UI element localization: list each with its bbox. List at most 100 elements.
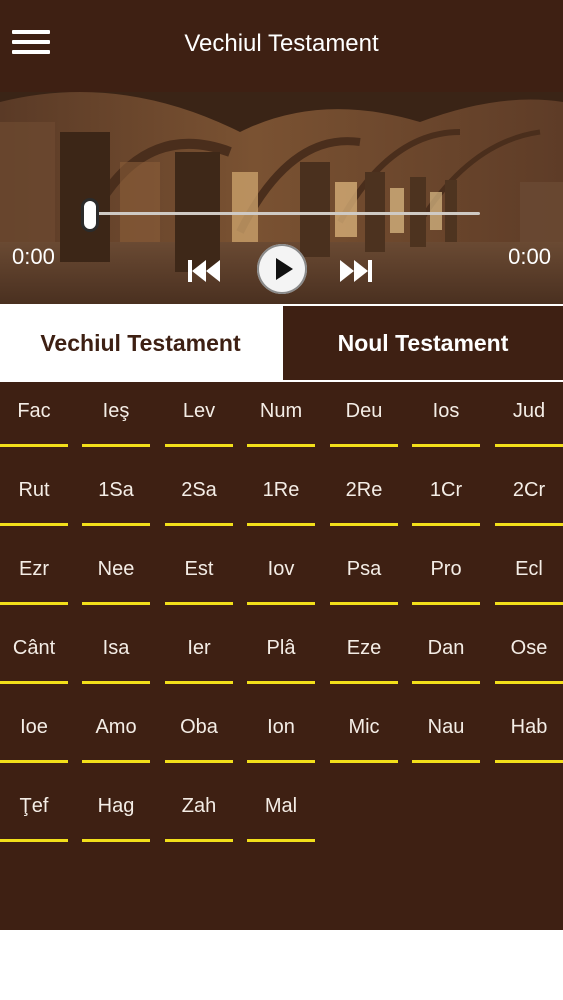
book-label: Ioe — [20, 716, 48, 738]
book-button[interactable]: Plâ — [247, 619, 315, 685]
book-button[interactable]: Rut — [0, 461, 68, 527]
book-label: 2Sa — [181, 479, 217, 501]
book-button[interactable]: Nee — [82, 540, 150, 606]
book-underline — [0, 602, 68, 605]
book-button[interactable]: Oba — [165, 698, 233, 764]
seek-bar-thumb[interactable] — [81, 198, 99, 232]
play-icon[interactable] — [257, 244, 307, 294]
book-label: Mal — [264, 795, 298, 817]
book-underline — [0, 681, 68, 684]
book-button[interactable]: Iov — [247, 540, 315, 606]
book-label: 1Cr — [429, 479, 463, 501]
book-underline — [330, 760, 398, 763]
book-button[interactable]: Dan — [412, 619, 480, 685]
book-underline — [495, 681, 563, 684]
book-underline — [165, 681, 233, 684]
book-button[interactable]: Ier — [165, 619, 233, 685]
book-button[interactable]: 1Cr — [412, 461, 480, 527]
seek-bar-track[interactable] — [92, 212, 480, 215]
book-button[interactable]: Isa — [82, 619, 150, 685]
book-button[interactable]: Ios — [412, 382, 480, 448]
book-underline — [247, 602, 315, 605]
book-button[interactable]: Zah — [165, 777, 233, 843]
book-button[interactable]: 1Sa — [82, 461, 150, 527]
book-label: 2Re — [345, 479, 383, 501]
book-label: Hag — [97, 795, 135, 817]
book-label: Num — [259, 400, 303, 422]
book-underline — [165, 760, 233, 763]
book-button[interactable]: Hab — [495, 698, 563, 764]
audio-player: 0:00 0:00 — [0, 92, 563, 304]
book-button[interactable]: Hag — [82, 777, 150, 843]
book-button[interactable]: Ose — [495, 619, 563, 685]
book-button[interactable]: Fac — [0, 382, 68, 448]
book-label: Cânt — [12, 637, 56, 659]
book-label: 2Cr — [512, 479, 546, 501]
book-button[interactable]: Lev — [165, 382, 233, 448]
book-label: Nee — [97, 558, 135, 580]
book-button[interactable]: Ezr — [0, 540, 68, 606]
next-track-icon[interactable] — [336, 256, 374, 286]
book-underline — [0, 523, 68, 526]
book-button[interactable]: Deu — [330, 382, 398, 448]
book-button[interactable]: Cânt — [0, 619, 68, 685]
book-label: 1Re — [262, 479, 300, 501]
book-button[interactable]: Amo — [82, 698, 150, 764]
book-underline — [82, 602, 150, 605]
book-label: Mic — [348, 716, 380, 738]
book-button[interactable]: 2Cr — [495, 461, 563, 527]
book-button[interactable]: Psa — [330, 540, 398, 606]
book-button[interactable]: Ecl — [495, 540, 563, 606]
book-underline — [247, 444, 315, 447]
book-label: Rut — [18, 479, 50, 501]
book-underline — [330, 444, 398, 447]
book-underline — [495, 523, 563, 526]
book-label: Isa — [102, 637, 130, 659]
book-label: Ieş — [102, 400, 130, 422]
app-header: Vechiul Testament — [0, 0, 563, 92]
book-button[interactable]: 1Re — [247, 461, 315, 527]
book-button[interactable]: 2Sa — [165, 461, 233, 527]
book-underline — [82, 839, 150, 842]
book-button[interactable]: Est — [165, 540, 233, 606]
book-button[interactable]: Ieş — [82, 382, 150, 448]
book-label: 1Sa — [98, 479, 134, 501]
previous-track-icon[interactable] — [186, 256, 224, 286]
book-underline — [165, 444, 233, 447]
total-time: 0:00 — [508, 244, 551, 269]
book-button[interactable]: 2Re — [330, 461, 398, 527]
book-button[interactable]: Jud — [495, 382, 563, 448]
book-underline — [0, 444, 68, 447]
book-underline — [247, 681, 315, 684]
book-label: Ecl — [515, 558, 543, 580]
elapsed-time: 0:00 — [12, 244, 55, 269]
book-label: Amo — [95, 716, 137, 738]
book-label: Deu — [345, 400, 383, 422]
tab-vechiul-testament[interactable]: Vechiul Testament — [0, 304, 281, 382]
tab-noul-testament[interactable]: Noul Testament — [283, 306, 563, 380]
book-button[interactable]: Eze — [330, 619, 398, 685]
book-button[interactable]: Num — [247, 382, 315, 448]
book-button[interactable]: Mic — [330, 698, 398, 764]
book-label: Jud — [512, 400, 546, 422]
book-underline — [412, 602, 480, 605]
books-grid: Fac Ieş Lev Num Deu Ios Jud Rut 1Sa 2Sa 1Re 2Re 1Cr 2… — [0, 382, 563, 930]
book-button[interactable]: Pro — [412, 540, 480, 606]
book-label: Est — [184, 558, 214, 580]
book-underline — [330, 602, 398, 605]
book-label: Pro — [430, 558, 462, 580]
book-label: Lev — [182, 400, 216, 422]
book-underline — [82, 681, 150, 684]
book-underline — [412, 760, 480, 763]
book-underline — [82, 760, 150, 763]
book-label: Fac — [17, 400, 51, 422]
book-button[interactable]: Ion — [247, 698, 315, 764]
book-label: Oba — [180, 716, 218, 738]
book-button[interactable]: Ţef — [0, 777, 68, 843]
book-button[interactable]: Mal — [247, 777, 315, 843]
book-label: Hab — [510, 716, 548, 738]
book-underline — [82, 523, 150, 526]
book-underline — [412, 681, 480, 684]
book-button[interactable]: Nau — [412, 698, 480, 764]
book-button[interactable]: Ioe — [0, 698, 68, 764]
